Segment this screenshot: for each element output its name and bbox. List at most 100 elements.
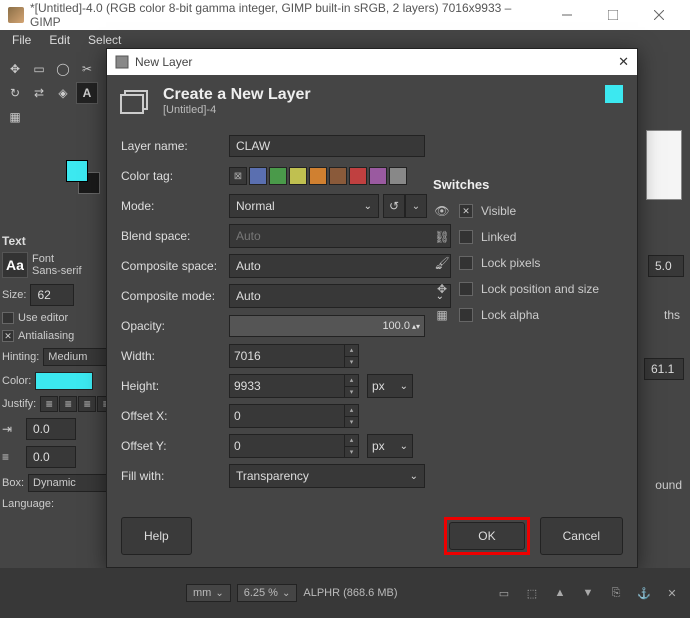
switches-title: Switches (433, 177, 623, 192)
color-tag-yellow[interactable] (289, 167, 307, 185)
composite-space-dropdown[interactable]: Auto⌄ (229, 254, 451, 278)
color-label: Color: (2, 375, 31, 387)
justify-right-icon[interactable]: ≡ (59, 396, 77, 412)
fill-with-dropdown[interactable]: Transparency⌄ (229, 464, 425, 488)
height-input[interactable]: 9933 ▴▾ (229, 374, 359, 398)
antialias-checkbox[interactable]: ✕ (2, 330, 14, 342)
color-tag-green[interactable] (269, 167, 287, 185)
menubar: File Edit Select (0, 30, 690, 50)
lasso-tool-icon[interactable]: ◯ (52, 58, 74, 80)
color-tag-brown[interactable] (329, 167, 347, 185)
mode-menu-icon[interactable]: ⌄ (405, 194, 427, 218)
cancel-button[interactable]: Cancel (540, 517, 623, 555)
unit-dropdown[interactable]: mm⌄ (186, 584, 231, 602)
window-title: *[Untitled]-4.0 (RGB color 8-bit gamma i… (30, 1, 544, 29)
move-icon: ✥ (433, 280, 451, 298)
warp-tool-icon[interactable]: ◈ (52, 82, 74, 104)
statusbar-memory: ALPHR (868.6 MB) (303, 587, 397, 599)
linespacing-icon: ≡ (2, 450, 22, 464)
dialog-close-icon[interactable]: ✕ (618, 54, 629, 70)
visible-checkbox[interactable]: ✕ (459, 204, 473, 218)
move-tool-icon[interactable]: ✥ (4, 58, 26, 80)
lock-position-checkbox[interactable] (459, 282, 473, 296)
zoom-dropdown[interactable]: 6.25 %⌄ (237, 584, 298, 602)
window-titlebar: *[Untitled]-4.0 (RGB color 8-bit gamma i… (0, 0, 690, 30)
layer-name-input[interactable] (229, 135, 425, 157)
font-preview-icon[interactable]: Aa (2, 252, 28, 278)
footer-icon-1[interactable]: ▭ (496, 585, 512, 601)
hinting-label: Hinting: (2, 351, 39, 363)
color-tag-orange[interactable] (309, 167, 327, 185)
right-dock (646, 130, 688, 202)
minimize-button[interactable] (544, 0, 590, 30)
linked-checkbox[interactable] (459, 230, 473, 244)
brush-icon: 🖌 (433, 254, 451, 272)
width-value: 7016 (234, 349, 261, 363)
lock-alpha-checkbox[interactable] (459, 308, 473, 322)
color-tag-red[interactable] (349, 167, 367, 185)
offset-x-input[interactable]: 0 ▴▾ (229, 404, 359, 428)
menu-file[interactable]: File (4, 31, 39, 49)
menu-select[interactable]: Select (80, 31, 129, 49)
text-tool-icon[interactable]: A (76, 82, 98, 104)
mode-dropdown[interactable]: Normal⌄ (229, 194, 379, 218)
right-spin-1[interactable] (648, 255, 684, 277)
select-tool-icon[interactable]: ▭ (28, 58, 50, 80)
offset-y-input[interactable]: 0 ▴▾ (229, 434, 359, 458)
footer-icon-7[interactable]: ✕ (664, 585, 680, 601)
footer-icon-5[interactable]: ⎘ (608, 585, 624, 601)
lock-alpha-label: Lock alpha (481, 308, 539, 322)
dialog-title: New Layer (135, 55, 618, 69)
ok-button[interactable]: OK (449, 522, 524, 550)
help-button[interactable]: Help (121, 517, 192, 555)
lock-position-label: Lock position and size (481, 282, 599, 296)
justify-center-icon[interactable]: ≡ (78, 396, 96, 412)
thumbnail-preview[interactable] (646, 130, 682, 200)
size-input[interactable] (30, 284, 74, 306)
footer-icon-4[interactable]: ▼ (580, 585, 596, 601)
close-button[interactable] (636, 0, 682, 30)
crop-tool-icon[interactable]: ✂ (76, 58, 98, 80)
chevron-down-icon: ⌄ (364, 201, 372, 212)
app-icon (8, 7, 24, 23)
mode-reset-icon[interactable]: ↺ (383, 194, 405, 218)
color-tag-blue[interactable] (249, 167, 267, 185)
box-dropdown[interactable]: Dynamic (28, 474, 107, 492)
maximize-button[interactable] (590, 0, 636, 30)
blend-space-label: Blend space: (121, 229, 229, 243)
indent-input[interactable] (26, 418, 76, 440)
hinting-dropdown[interactable]: Medium (43, 348, 107, 366)
color-tag-none[interactable]: ⊠ (229, 167, 247, 185)
color-tag-violet[interactable] (369, 167, 387, 185)
composite-mode-label: Composite mode: (121, 289, 229, 303)
fg-color-swatch[interactable] (66, 160, 88, 182)
blend-space-value: Auto (236, 229, 261, 243)
size-unit-dropdown[interactable]: px⌄ (367, 374, 413, 398)
width-input[interactable]: 7016 ▴▾ (229, 344, 359, 368)
opacity-slider[interactable]: 100.0 ▴▾ (229, 315, 425, 337)
offset-unit-dropdown[interactable]: px⌄ (367, 434, 413, 458)
statusbar-unit: mm (193, 587, 211, 599)
right-spin-2[interactable] (644, 358, 684, 380)
justify-left-icon[interactable]: ≡ (40, 396, 58, 412)
footer-icon-3[interactable]: ▲ (552, 585, 568, 601)
color-tag-row: ⊠ (229, 167, 407, 185)
lock-pixels-checkbox[interactable] (459, 256, 473, 270)
composite-space-value: Auto (236, 259, 261, 273)
footer-icon-2[interactable]: ⬚ (524, 585, 540, 601)
footer-icon-6[interactable]: ⚓ (636, 585, 652, 601)
menu-edit[interactable]: Edit (41, 31, 78, 49)
use-editor-checkbox[interactable] (2, 312, 14, 324)
footer-icons: ▭ ⬚ ▲ ▼ ⎘ ⚓ ✕ (496, 585, 680, 601)
composite-mode-dropdown[interactable]: Auto⌄ (229, 284, 451, 308)
fill-tool-icon[interactable]: ▦ (4, 106, 26, 128)
rotate-tool-icon[interactable]: ↻ (4, 82, 26, 104)
composite-space-label: Composite space: (121, 259, 229, 273)
flip-tool-icon[interactable]: ⇄ (28, 82, 50, 104)
visible-label: Visible (481, 204, 516, 218)
spacing-input[interactable] (26, 446, 76, 468)
color-tag-gray[interactable] (389, 167, 407, 185)
size-label: Size: (2, 289, 26, 301)
font-value[interactable]: Sans-serif (32, 265, 107, 277)
text-color-field[interactable] (35, 372, 93, 390)
